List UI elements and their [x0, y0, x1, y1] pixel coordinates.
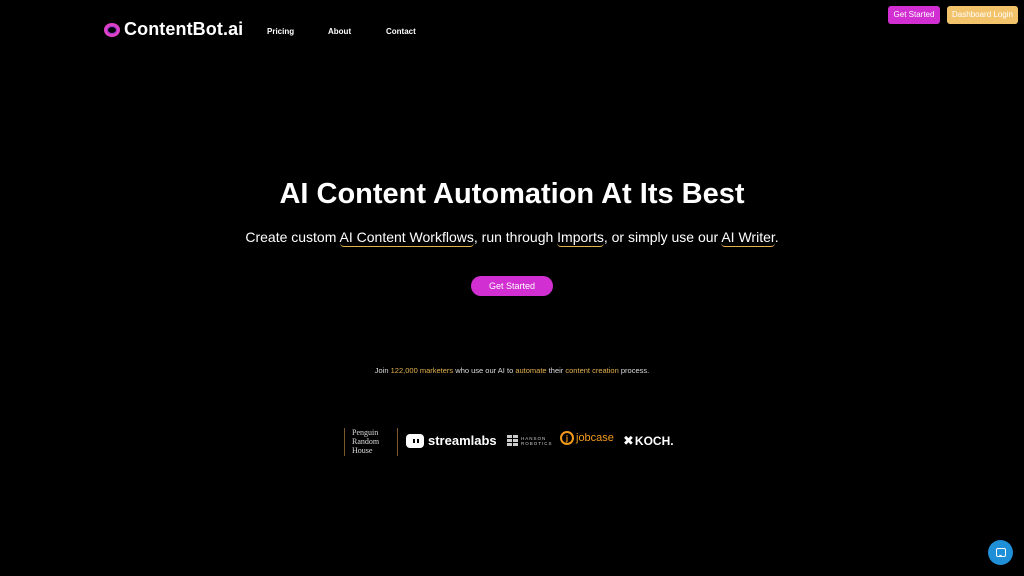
hanson-line-2: ROBOTICS — [521, 440, 553, 446]
nav-link-about[interactable]: About — [328, 27, 351, 36]
jobcase-icon: j — [560, 431, 574, 445]
chat-icon — [995, 548, 1006, 557]
hero-title: AI Content Automation At Its Best — [279, 178, 745, 210]
jobcase-text: jobcase — [576, 432, 614, 444]
get-started-button[interactable]: Get Started — [471, 276, 553, 296]
imports-link[interactable]: Imports — [557, 229, 604, 247]
jobcase-logo: j jobcase — [560, 431, 614, 445]
hanson-robotics-logo: HANSON ROBOTICS — [507, 435, 553, 446]
join-automate: automate — [515, 366, 547, 375]
join-count: 122,000 marketers — [390, 366, 454, 375]
join-prefix: Join — [374, 366, 389, 375]
get-started-button-top[interactable]: Get Started — [888, 6, 940, 24]
join-mid2: their — [548, 366, 564, 375]
penguin-random-house-logo: Penguin Random House — [344, 428, 398, 456]
hanson-text: HANSON ROBOTICS — [521, 436, 553, 446]
penguin-line-3: House — [352, 446, 373, 455]
streamlabs-text: streamlabs — [428, 433, 497, 448]
top-navigation: ContentBot.ai Pricing About Contact Get … — [0, 0, 1024, 64]
koch-text: KOCH. — [634, 434, 674, 448]
chat-launcher-button[interactable] — [988, 540, 1013, 565]
streamlabs-icon — [406, 433, 424, 448]
koch-k-icon: ✖ — [623, 433, 634, 448]
nav-link-pricing[interactable]: Pricing — [267, 27, 294, 36]
ai-content-workflows-link[interactable]: AI Content Workflows — [339, 229, 474, 247]
hero-sub-mid1: , run through — [473, 229, 554, 245]
streamlabs-logo: streamlabs — [406, 433, 497, 448]
hero-subtitle: Create custom AI Content Workflows, run … — [0, 229, 1024, 247]
logo-text: ContentBot.ai — [124, 19, 244, 39]
social-proof-text: Join 122,000 marketers who use our AI to… — [0, 366, 1024, 375]
hanson-grid-icon — [507, 435, 518, 446]
join-content: content creation — [565, 366, 619, 375]
ai-writer-link[interactable]: AI Writer — [721, 229, 775, 247]
join-suffix: process. — [620, 366, 650, 375]
join-mid1: who use our AI to — [455, 366, 514, 375]
koch-logo: ✖ KOCH. — [623, 433, 674, 449]
logo-ring-icon — [104, 22, 120, 37]
hero-sub-prefix: Create custom — [245, 229, 337, 245]
customer-logos: Penguin Random House streamlabs HANSON R… — [0, 427, 1024, 457]
hero-sub-suffix: . — [774, 229, 779, 245]
penguin-line-2: Random — [352, 437, 380, 446]
nav-link-contact[interactable]: Contact — [386, 27, 416, 36]
dashboard-login-button[interactable]: Dashboard Login — [947, 6, 1018, 24]
brand-logo[interactable]: ContentBot.ai — [104, 19, 243, 40]
hero-sub-mid2: , or simply use our — [603, 229, 719, 245]
penguin-line-1: Penguin — [352, 428, 379, 437]
